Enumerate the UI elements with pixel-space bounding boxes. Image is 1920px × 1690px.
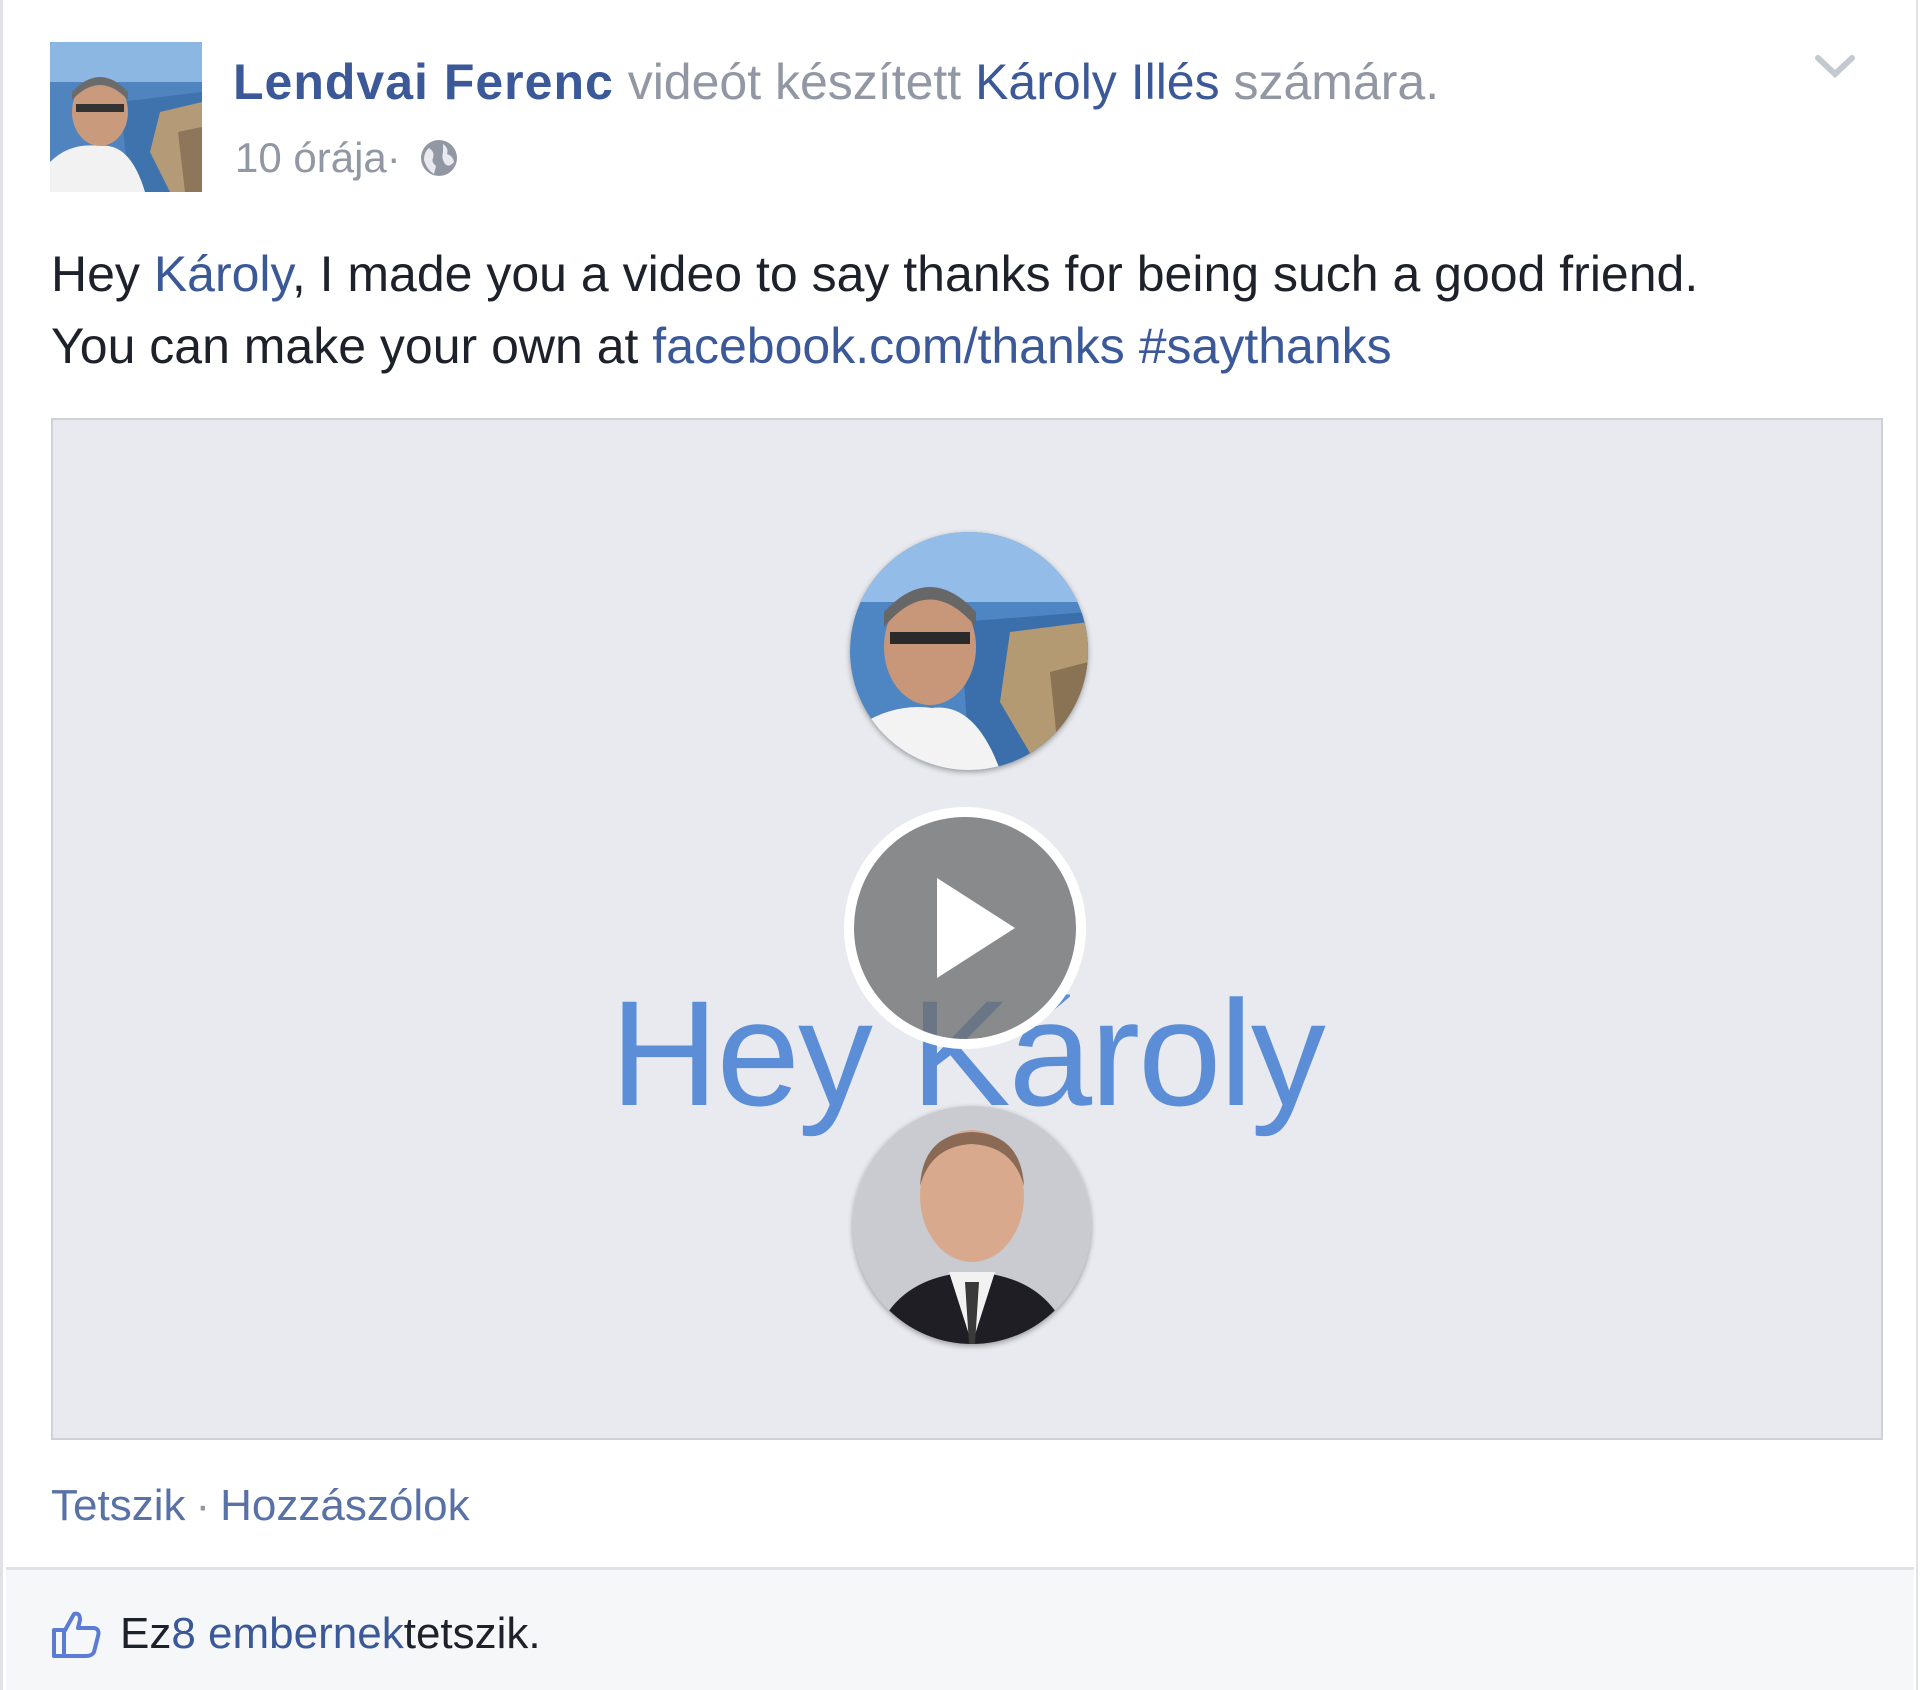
thumbs-up-icon: [52, 1611, 101, 1658]
author-name-link[interactable]: Lendvai Ferenc: [233, 54, 614, 110]
actions-separator: ·: [195, 1481, 211, 1530]
message-text: You can make your own at: [51, 318, 653, 374]
author-avatar[interactable]: [50, 42, 202, 192]
likes-count-link[interactable]: 8 embernek: [171, 1604, 403, 1664]
feed-post: Lendvai Ferenc videót készített Károly I…: [0, 0, 1918, 1690]
globe-icon[interactable]: [419, 138, 459, 178]
sender-circle-photo: [850, 532, 1088, 770]
message-space: [1125, 318, 1139, 374]
like-button[interactable]: Tetszik: [51, 1481, 185, 1530]
recipient-photo: [853, 1106, 1091, 1344]
comment-button[interactable]: Hozzászólok: [220, 1481, 469, 1530]
post-meta: 10 órája ·: [235, 130, 459, 186]
message-text: , I made you a video to say thanks for b…: [291, 246, 1699, 302]
sender-photo: [850, 532, 1088, 770]
recipient-circle-photo: [853, 1106, 1091, 1344]
likes-bar: Ez 8 embernek tetszik.: [6, 1567, 1914, 1690]
post-actions: Tetszik · Hozzászólok: [51, 1476, 470, 1536]
header-suffix: számára.: [1219, 54, 1440, 110]
mention-link[interactable]: Károly: [154, 246, 292, 302]
header-action-text: videót készített: [613, 54, 976, 110]
post-message: Hey Károly, I made you a video to say th…: [51, 238, 1891, 382]
play-icon[interactable]: [843, 806, 1087, 1050]
author-photo: [50, 42, 202, 192]
likes-prefix: Ez: [120, 1609, 172, 1658]
target-name-link[interactable]: Károly Illés: [975, 54, 1220, 110]
message-line-2: You can make your own at facebook.com/th…: [51, 310, 1891, 382]
post-timestamp[interactable]: 10 órája: [235, 130, 387, 186]
meta-separator: ·: [386, 134, 401, 181]
video-player[interactable]: Hey Károly: [51, 418, 1883, 1440]
thanks-url-link[interactable]: facebook.com/thanks: [652, 318, 1125, 374]
likes-suffix: tetszik.: [403, 1609, 541, 1658]
chevron-down-icon[interactable]: [1812, 46, 1858, 86]
likes-summary: Ez 8 embernek tetszik.: [50, 1604, 541, 1664]
message-text: Hey: [51, 246, 154, 302]
post-header: Lendvai Ferenc videót készített Károly I…: [233, 52, 1439, 112]
message-line-1: Hey Károly, I made you a video to say th…: [51, 238, 1891, 310]
hashtag-link[interactable]: #saythanks: [1139, 318, 1392, 374]
